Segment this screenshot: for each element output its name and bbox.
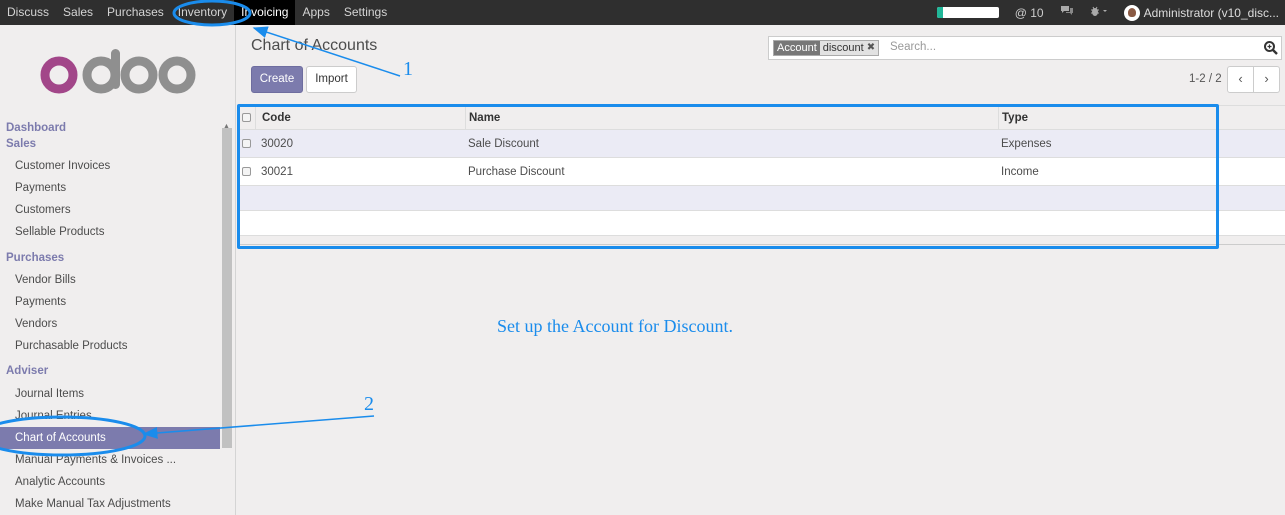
facet-value: discount (819, 41, 867, 55)
column-header-type[interactable]: Type (1002, 106, 1028, 129)
table-row[interactable]: 30021 Purchase Discount Income (237, 158, 1285, 186)
sidebar-item-purchase-payments[interactable]: Payments (0, 291, 220, 313)
section-adviser: Adviser (6, 365, 49, 377)
annotation-note: Set up the Account for Discount. (497, 316, 733, 336)
progress-fill (936, 7, 943, 18)
empty-row (237, 211, 1285, 236)
progress-bar[interactable] (936, 7, 999, 18)
search-bar[interactable]: Account discount ✖ Search... (768, 36, 1282, 60)
app-menu: Discuss Sales Purchases Inventory Invoic… (0, 0, 394, 25)
user-menu[interactable]: Administrator (v10_disc... (1144, 6, 1279, 20)
row-checkbox[interactable] (242, 167, 251, 176)
column-divider (465, 106, 466, 131)
search-facet[interactable]: Account discount ✖ (773, 40, 880, 56)
sidebar-item-journal-entries[interactable]: Journal Entries (0, 405, 220, 427)
cell-code: 30021 (261, 165, 293, 178)
sidebar-item-sellable-products[interactable]: Sellable Products (0, 221, 220, 243)
sidebar: ▲ Dashboard Sales Customer Invoices Paym… (0, 25, 236, 515)
pager-next-icon[interactable]: › (1253, 66, 1280, 93)
menu-sales[interactable]: Sales (56, 0, 100, 25)
menu-invoicing[interactable]: Invoicing (234, 0, 296, 25)
menu-inventory[interactable]: Inventory (171, 0, 234, 25)
sidebar-item-purchasable-products[interactable]: Purchasable Products (0, 335, 220, 357)
search-icon[interactable] (1263, 40, 1279, 56)
menu-apps[interactable]: Apps (295, 0, 336, 25)
sidebar-scrollbar[interactable]: ▲ (221, 123, 233, 515)
import-button[interactable]: Import (306, 66, 357, 93)
cell-name: Purchase Discount (468, 165, 565, 178)
section-dashboard[interactable]: Dashboard (6, 122, 66, 134)
top-navbar: Discuss Sales Purchases Inventory Invoic… (0, 0, 1285, 25)
facet-remove-icon[interactable]: ✖ (866, 41, 879, 55)
sidebar-item-sales-payments[interactable]: Payments (0, 177, 220, 199)
sidebar-item-customer-invoices[interactable]: Customer Invoices (0, 155, 220, 177)
menu-discuss[interactable]: Discuss (0, 0, 56, 25)
search-input[interactable]: Search... (890, 41, 936, 53)
sidebar-item-customers[interactable]: Customers (0, 199, 220, 221)
table-header: Code Name Type (237, 105, 1285, 131)
chat-icon[interactable] (1060, 5, 1074, 20)
page-title: Chart of Accounts (251, 37, 378, 54)
main-content: Chart of Accounts Create Import Account … (237, 25, 1285, 515)
create-button[interactable]: Create (251, 66, 303, 93)
sidebar-item-analytic-accounts[interactable]: Analytic Accounts (0, 471, 220, 493)
list-bottom-divider (237, 244, 1285, 245)
row-checkbox[interactable] (242, 139, 251, 148)
cell-code: 30020 (261, 137, 293, 150)
cell-type: Expenses (1001, 137, 1052, 150)
odoo-logo[interactable] (38, 47, 198, 107)
section-purchases: Purchases (6, 252, 65, 264)
cell-type: Income (1001, 165, 1039, 178)
menu-settings[interactable]: Settings (337, 0, 394, 25)
mentions-counter[interactable]: @ 10 (1015, 6, 1044, 20)
sidebar-item-vendor-bills[interactable]: Vendor Bills (0, 269, 220, 291)
sidebar-item-vendors[interactable]: Vendors (0, 313, 220, 335)
facet-label: Account (774, 41, 820, 55)
cell-name: Sale Discount (468, 137, 539, 150)
column-header-name[interactable]: Name (469, 106, 500, 129)
sidebar-item-manual-tax-adjustments[interactable]: Make Manual Tax Adjustments (0, 493, 220, 515)
sidebar-item-journal-items[interactable]: Journal Items (0, 383, 220, 405)
table-row[interactable]: 30020 Sale Discount Expenses (237, 130, 1285, 158)
user-avatar[interactable] (1123, 4, 1140, 21)
empty-row (237, 186, 1285, 211)
sidebar-item-chart-of-accounts[interactable]: Chart of Accounts (0, 427, 220, 449)
menu-purchases[interactable]: Purchases (100, 0, 171, 25)
column-header-code[interactable]: Code (262, 106, 291, 129)
select-all-checkbox[interactable] (242, 113, 251, 122)
scrollbar-thumb[interactable] (222, 128, 232, 448)
sidebar-item-manual-payments[interactable]: Manual Payments & Invoices ... (0, 449, 220, 471)
debug-bug-icon[interactable] (1090, 5, 1108, 20)
pager-value[interactable]: 1-2 / 2 (1189, 73, 1222, 85)
pager-previous-icon[interactable]: ‹ (1227, 66, 1254, 93)
column-divider (998, 106, 999, 131)
section-sales: Sales (6, 138, 37, 150)
column-divider (255, 106, 256, 131)
